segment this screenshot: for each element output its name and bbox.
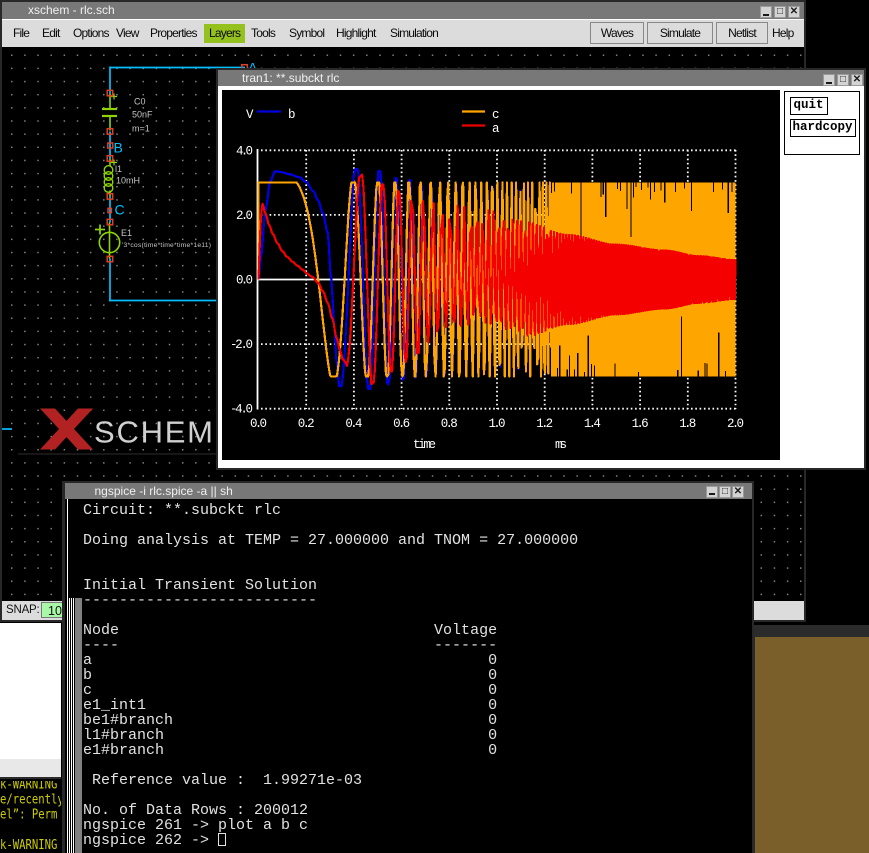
svg-text:1.6: 1.6 — [632, 417, 649, 431]
svg-text:0.6: 0.6 — [393, 417, 410, 431]
svg-text:0.8: 0.8 — [441, 417, 458, 431]
svg-text:0.4: 0.4 — [345, 417, 362, 431]
svg-text:50nF: 50nF — [132, 109, 153, 119]
svg-text:1.2: 1.2 — [536, 417, 553, 431]
svg-text:0.0: 0.0 — [250, 417, 267, 431]
svg-text:0.2: 0.2 — [298, 417, 315, 431]
svg-text:C: C — [115, 201, 125, 217]
svg-text:E1: E1 — [121, 228, 132, 238]
svg-text:m=1: m=1 — [132, 123, 150, 133]
svg-text:'3*cos(time*time*time*1e11): '3*cos(time*time*time*1e11) — [122, 242, 211, 249]
svg-text:2.0: 2.0 — [727, 417, 744, 431]
svg-text:time: time — [413, 438, 436, 452]
svg-text:1.8: 1.8 — [679, 417, 696, 431]
svg-text:a: a — [492, 122, 500, 136]
svg-text:10mH: 10mH — [116, 175, 140, 185]
svg-text:V: V — [246, 108, 254, 122]
svg-text:2.0: 2.0 — [236, 209, 253, 223]
svg-text:-4.0: -4.0 — [230, 403, 253, 417]
svg-text:SCHEM: SCHEM — [94, 414, 213, 449]
svg-text:0.0: 0.0 — [236, 274, 253, 288]
svg-text:1.0: 1.0 — [489, 417, 506, 431]
svg-text:c: c — [492, 108, 500, 122]
svg-text:C0: C0 — [134, 96, 146, 106]
svg-text:4.0: 4.0 — [236, 144, 253, 158]
svg-text:l1: l1 — [115, 164, 122, 174]
svg-text:-2.0: -2.0 — [230, 338, 253, 352]
svg-text:ms: ms — [555, 438, 567, 452]
svg-text:b: b — [288, 108, 296, 122]
svg-text:1.4: 1.4 — [584, 417, 601, 431]
svg-text:B: B — [114, 139, 123, 155]
